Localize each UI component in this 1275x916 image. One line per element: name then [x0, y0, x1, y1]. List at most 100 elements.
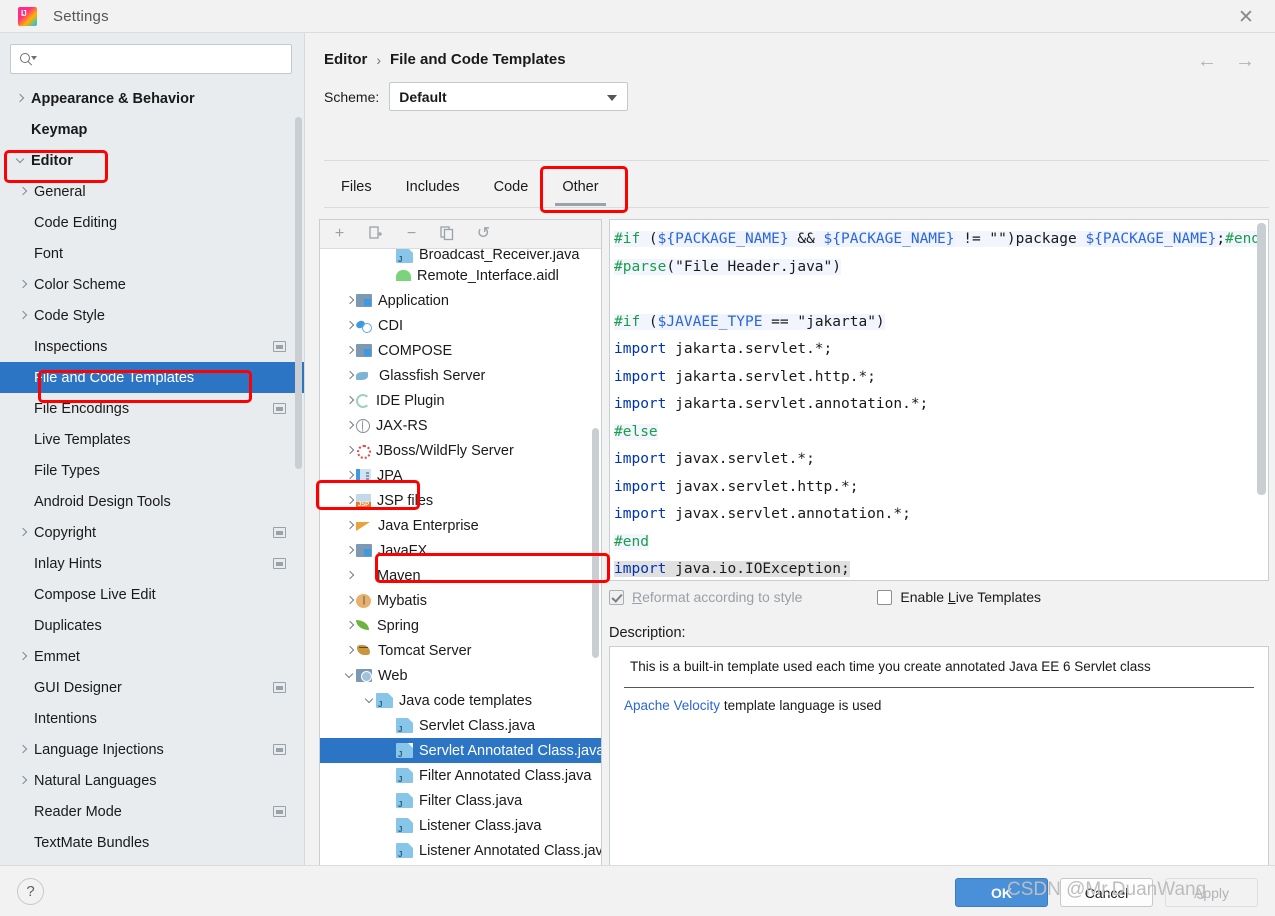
- back-arrow-icon[interactable]: ←: [1195, 52, 1219, 72]
- sidebar-item-copyright[interactable]: Copyright: [0, 517, 304, 548]
- duplicate-icon[interactable]: [439, 226, 456, 243]
- chevron-right-icon[interactable]: [344, 420, 356, 432]
- sidebar-scrollbar[interactable]: [295, 117, 302, 469]
- sidebar-item-duplicates[interactable]: Duplicates: [0, 610, 304, 641]
- template-code-editor[interactable]: #if (${PACKAGE_NAME} && ${PACKAGE_NAME} …: [609, 219, 1269, 581]
- tab-files[interactable]: Files: [324, 171, 389, 204]
- copy-template-icon[interactable]: [367, 226, 384, 243]
- template-node[interactable]: COMPOSE: [320, 338, 601, 363]
- sidebar-item-reader-mode[interactable]: Reader Mode: [0, 796, 304, 827]
- template-node[interactable]: Servlet Class.java: [320, 713, 601, 738]
- template-node[interactable]: Filter Annotated Class.java: [320, 763, 601, 788]
- sidebar-item-language-injections[interactable]: Language Injections: [0, 734, 304, 765]
- chevron-right-icon[interactable]: [344, 495, 356, 507]
- sidebar-item-gui-designer[interactable]: GUI Designer: [0, 672, 304, 703]
- forward-arrow-icon[interactable]: →: [1233, 52, 1257, 72]
- template-node[interactable]: JPA: [320, 463, 601, 488]
- cancel-button[interactable]: Cancel: [1060, 878, 1153, 907]
- close-icon[interactable]: ✕: [1235, 6, 1257, 28]
- chevron-right-icon[interactable]: [17, 743, 30, 756]
- enable-live-templates-checkbox[interactable]: Enable Live Templates: [877, 589, 1041, 605]
- chevron-right-icon[interactable]: [344, 645, 356, 657]
- remove-template-icon[interactable]: −: [403, 226, 420, 243]
- chevron-right-icon[interactable]: [344, 395, 356, 407]
- reformat-according-to-style-checkbox[interactable]: Reformat according to style: [609, 589, 802, 605]
- template-node[interactable]: Listener Class.java: [320, 813, 601, 838]
- sidebar-item-emmet[interactable]: Emmet: [0, 641, 304, 672]
- template-node[interactable]: Web: [320, 663, 601, 688]
- chevron-right-icon[interactable]: [17, 526, 30, 539]
- sidebar-item-android-design-tools[interactable]: Android Design Tools: [0, 486, 304, 517]
- search-input[interactable]: [37, 52, 291, 67]
- chevron-right-icon[interactable]: [344, 520, 356, 532]
- template-node[interactable]: Spring: [320, 613, 601, 638]
- breadcrumb-parent[interactable]: Editor: [324, 51, 367, 68]
- reset-icon[interactable]: ↺: [475, 226, 492, 243]
- sidebar-item-general[interactable]: General: [0, 176, 304, 207]
- sidebar-item-file-encodings[interactable]: File Encodings: [0, 393, 304, 424]
- chevron-right-icon[interactable]: [344, 620, 356, 632]
- template-node[interactable]: Listener Annotated Class.java: [320, 838, 601, 863]
- search-box[interactable]: [10, 44, 292, 74]
- apache-velocity-link[interactable]: Apache Velocity: [624, 698, 720, 713]
- chevron-right-icon[interactable]: [344, 370, 356, 382]
- sidebar-item-font[interactable]: Font: [0, 238, 304, 269]
- sidebar-item-file-types[interactable]: File Types: [0, 455, 304, 486]
- template-node[interactable]: Glassfish Server: [320, 363, 601, 388]
- sidebar-item-textmate-bundles[interactable]: TextMate Bundles: [0, 827, 304, 858]
- sidebar-item-inspections[interactable]: Inspections: [0, 331, 304, 362]
- sidebar-item-natural-languages[interactable]: Natural Languages: [0, 765, 304, 796]
- editor-scrollbar[interactable]: [1257, 223, 1266, 495]
- sidebar-item-color-scheme[interactable]: Color Scheme: [0, 269, 304, 300]
- chevron-right-icon[interactable]: [17, 278, 30, 291]
- ok-button[interactable]: OK: [955, 878, 1048, 907]
- template-node[interactable]: Application: [320, 288, 601, 313]
- template-node[interactable]: Maven: [320, 563, 601, 588]
- chevron-right-icon[interactable]: [344, 545, 356, 557]
- chevron-right-icon[interactable]: [344, 470, 356, 482]
- template-node[interactable]: IDE Plugin: [320, 388, 601, 413]
- template-node[interactable]: Filter Class.java: [320, 788, 601, 813]
- chevron-down-icon[interactable]: [364, 695, 376, 707]
- template-node[interactable]: CDI: [320, 313, 601, 338]
- template-node[interactable]: Java code templates: [320, 688, 601, 713]
- sidebar-item-intentions[interactable]: Intentions: [0, 703, 304, 734]
- sidebar-item-inlay-hints[interactable]: Inlay Hints: [0, 548, 304, 579]
- template-list-scrollbar[interactable]: [592, 428, 599, 658]
- code-content[interactable]: #if (${PACKAGE_NAME} && ${PACKAGE_NAME} …: [610, 220, 1268, 581]
- tab-includes[interactable]: Includes: [389, 171, 477, 204]
- chevron-right-icon[interactable]: [14, 92, 27, 105]
- chevron-right-icon[interactable]: [17, 774, 30, 787]
- apply-button[interactable]: Apply: [1165, 878, 1258, 907]
- template-node[interactable]: Remote_Interface.aidl: [320, 263, 601, 288]
- template-node[interactable]: Broadcast_Receiver.java: [320, 249, 601, 263]
- sidebar-item-compose-live-edit[interactable]: Compose Live Edit: [0, 579, 304, 610]
- tab-other[interactable]: Other: [545, 171, 615, 204]
- help-button[interactable]: ?: [17, 878, 44, 905]
- chevron-right-icon[interactable]: [344, 445, 356, 457]
- template-node[interactable]: Mybatis: [320, 588, 601, 613]
- template-node[interactable]: JAX-RS: [320, 413, 601, 438]
- sidebar-item-editor[interactable]: Editor: [0, 145, 304, 176]
- template-node[interactable]: Java Enterprise: [320, 513, 601, 538]
- scheme-dropdown[interactable]: Default: [389, 82, 628, 111]
- chevron-right-icon[interactable]: [344, 345, 356, 357]
- chevron-right-icon[interactable]: [17, 309, 30, 322]
- chevron-down-icon[interactable]: [14, 154, 27, 167]
- chevron-right-icon[interactable]: [344, 295, 356, 307]
- chevron-right-icon[interactable]: [344, 570, 356, 582]
- sidebar-item-keymap[interactable]: Keymap: [0, 114, 304, 145]
- template-node[interactable]: JavaFX: [320, 538, 601, 563]
- template-node[interactable]: JBoss/WildFly Server: [320, 438, 601, 463]
- template-node[interactable]: Servlet Annotated Class.java: [320, 738, 601, 763]
- sidebar-item-code-style[interactable]: Code Style: [0, 300, 304, 331]
- chevron-down-icon[interactable]: [344, 670, 356, 682]
- tab-code[interactable]: Code: [477, 171, 546, 204]
- add-template-icon[interactable]: +: [331, 226, 348, 243]
- chevron-right-icon[interactable]: [344, 320, 356, 332]
- sidebar-item-appearance-behavior[interactable]: Appearance & Behavior: [0, 83, 304, 114]
- sidebar-item-code-editing[interactable]: Code Editing: [0, 207, 304, 238]
- chevron-right-icon[interactable]: [17, 185, 30, 198]
- template-node[interactable]: JSP files: [320, 488, 601, 513]
- sidebar-item-file-and-code-templates[interactable]: File and Code Templates: [0, 362, 304, 393]
